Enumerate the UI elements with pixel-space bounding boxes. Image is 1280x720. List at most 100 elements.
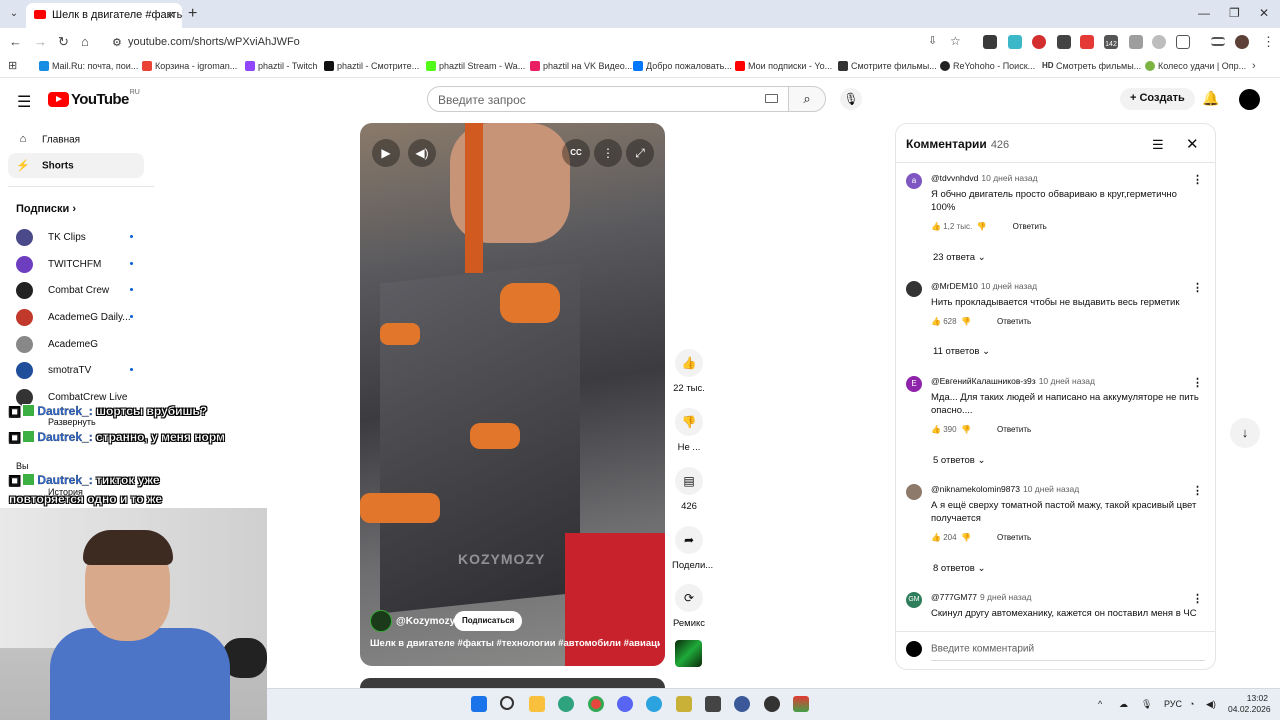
comment-more-icon[interactable]: ⋮ [1192, 281, 1203, 294]
language-indicator[interactable]: РУС [1164, 699, 1182, 709]
like-icon[interactable]: 👍 [931, 222, 941, 231]
extension-7-icon[interactable] [1129, 35, 1143, 49]
fullscreen-icon[interactable]: ⤢ [626, 139, 654, 167]
extension-8-icon[interactable] [1152, 35, 1166, 49]
tab-close-icon[interactable]: × [167, 7, 175, 22]
chrome-icon[interactable] [588, 696, 604, 712]
comment-more-icon[interactable]: ⋮ [1192, 592, 1203, 605]
install-app-icon[interactable]: ⇩ [928, 34, 937, 47]
bookmark-reyohoho[interactable]: ReYohoho - Поиск... [940, 61, 1035, 71]
app-icon[interactable] [793, 696, 809, 712]
like-icon[interactable]: 👍 [931, 533, 941, 542]
extension-2-icon[interactable] [1008, 35, 1022, 49]
search-button[interactable]: ⌕ [788, 86, 826, 112]
bookmark-youtube-subs[interactable]: Мои подписки - Yo... [735, 61, 832, 71]
sidebar-channel-combat-crew[interactable]: Combat Crew [16, 282, 109, 299]
sidebar-channel-academeg[interactable]: AcademeG [16, 336, 98, 353]
comment-avatar[interactable]: GM [906, 592, 922, 608]
bookmark-wheel[interactable]: Колесо удачи | Опр... [1145, 61, 1246, 71]
video-channel-name[interactable]: @Kozymozy [396, 616, 455, 627]
sidebar-channel-tk-clips[interactable]: TK Clips [16, 229, 86, 246]
like-icon[interactable]: 👍 [931, 425, 941, 434]
apps-grid-icon[interactable]: ⊞ [8, 59, 17, 72]
search-input[interactable]: Введите запрос [427, 86, 789, 112]
replies-toggle[interactable]: 23 ответа ⌄ [933, 252, 986, 263]
play-icon[interactable]: ▶ [372, 139, 400, 167]
window-close-icon[interactable]: ✕ [1259, 6, 1269, 20]
comment-avatar[interactable]: a [906, 173, 922, 189]
comment-more-icon[interactable]: ⋮ [1192, 376, 1203, 389]
app-icon[interactable] [676, 696, 692, 712]
comment-avatar[interactable] [906, 281, 922, 297]
new-tab-button[interactable]: + [188, 5, 197, 23]
sidebar-channel-twitchfm[interactable]: TWITCHFM [16, 256, 101, 273]
channel-avatar[interactable] [370, 610, 392, 632]
extension-3-icon[interactable] [1032, 35, 1046, 49]
remix-button[interactable]: ⟳ Ремикс [672, 584, 706, 629]
share-button[interactable]: ➦ Подели... [672, 526, 713, 571]
volume-icon[interactable]: ◀) [1206, 699, 1216, 710]
subscribe-button[interactable]: Подписаться [454, 611, 523, 631]
sidebar-expand-button[interactable]: Развернуть [48, 417, 96, 427]
file-explorer-icon[interactable] [529, 696, 545, 712]
comment-author[interactable]: @ЕвгенийКалашников-з9з 10 дней назад [931, 376, 1095, 386]
next-video-arrow-icon[interactable]: ↓ [1230, 418, 1260, 448]
reload-icon[interactable]: ↻ [58, 34, 69, 50]
replies-toggle[interactable]: 8 ответов ⌄ [933, 563, 985, 574]
tray-expand-icon[interactable]: ^ [1098, 699, 1102, 709]
reply-button[interactable]: Ответить [997, 425, 1031, 434]
replies-toggle[interactable]: 5 ответов ⌄ [933, 455, 985, 466]
audio-thumbnail[interactable] [675, 640, 702, 667]
tab-search-icon[interactable]: ⌄ [6, 6, 22, 22]
comments-button[interactable]: ▤ 426 [672, 467, 706, 512]
comment-author[interactable]: @777GM77 9 дней назад [931, 592, 1031, 602]
app-icon[interactable] [705, 696, 721, 712]
bookmark-mailru[interactable]: Mail.Ru: почта, пои... [39, 61, 138, 71]
forward-icon[interactable]: → [34, 34, 47, 49]
wifi-icon[interactable]: ◔ [1189, 699, 1194, 709]
video-more-icon[interactable]: ⋮ [594, 139, 622, 167]
voice-search-icon[interactable]: 🎙 [840, 88, 862, 110]
bookmarks-more-icon[interactable]: › [1252, 60, 1256, 72]
keyboard-icon[interactable] [765, 94, 778, 103]
sort-icon[interactable]: ☰ [1152, 137, 1164, 153]
browser-tab-active[interactable]: Шелк в двигателе #факты × [26, 3, 182, 28]
extension-badge-icon[interactable]: 142 [1104, 35, 1118, 49]
microphone-icon[interactable]: 🎙 [1141, 699, 1152, 710]
browser-menu-icon[interactable]: ⋮ [1262, 34, 1275, 50]
obs-icon[interactable] [764, 696, 780, 712]
comment-author[interactable]: @niknamekolomin9873 10 дней назад [931, 484, 1079, 494]
sidebar-channel-academeg-daily[interactable]: AcademeG Daily... [16, 309, 131, 326]
extension-5-icon[interactable] [1080, 35, 1094, 49]
taskbar-clock[interactable]: 13:02 04.02.2026 [1228, 693, 1271, 715]
bookmark-hd-films[interactable]: HD Смотреть фильмы... [1042, 61, 1141, 71]
captions-icon[interactable]: CC [562, 139, 590, 167]
bookmark-twitch[interactable]: phaztil - Twitch [245, 61, 317, 71]
sidebar-item-shorts[interactable]: ⚡ Shorts [16, 159, 74, 173]
minimize-icon[interactable]: — [1198, 6, 1210, 20]
youtube-logo[interactable]: YouTube RU [48, 89, 140, 108]
notifications-bell-icon[interactable]: 🔔 [1202, 90, 1219, 107]
bookmark-vk[interactable]: Добро пожаловать... [633, 61, 732, 71]
shorts-video-player[interactable]: ▶ ◀) CC ⋮ ⤢ KOZYMOZY @Kozymozy Подписать… [360, 123, 665, 666]
reply-button[interactable]: Ответить [1013, 222, 1047, 231]
maximize-icon[interactable]: ❐ [1229, 6, 1240, 20]
dislike-icon[interactable]: 👎 [977, 222, 987, 231]
bookmark-stream[interactable]: phaztil Stream - Wa... [426, 61, 525, 71]
reply-button[interactable]: Ответить [997, 533, 1031, 542]
bookmark-gmail[interactable]: Корзина - igroman... [142, 61, 237, 71]
comment-avatar[interactable]: E [906, 376, 922, 392]
subscriptions-heading[interactable]: Подписки › [16, 203, 76, 215]
comment-more-icon[interactable]: ⋮ [1192, 173, 1203, 186]
comment-author[interactable]: @MrDEM10 10 дней назад [931, 281, 1037, 291]
profile-icon[interactable] [1235, 35, 1249, 49]
close-comments-icon[interactable]: ✕ [1186, 135, 1199, 153]
comment-avatar[interactable] [906, 484, 922, 500]
comment-input[interactable]: Введите комментарий [906, 641, 1206, 661]
extension-1-icon[interactable] [983, 35, 997, 49]
dislike-button[interactable]: 👎 Не ... [672, 408, 706, 453]
dislike-icon[interactable]: 👎 [961, 533, 971, 542]
dislike-icon[interactable]: 👎 [961, 317, 971, 326]
like-button[interactable]: 👍 22 тыс. [672, 349, 706, 394]
discord-icon[interactable] [617, 696, 633, 712]
